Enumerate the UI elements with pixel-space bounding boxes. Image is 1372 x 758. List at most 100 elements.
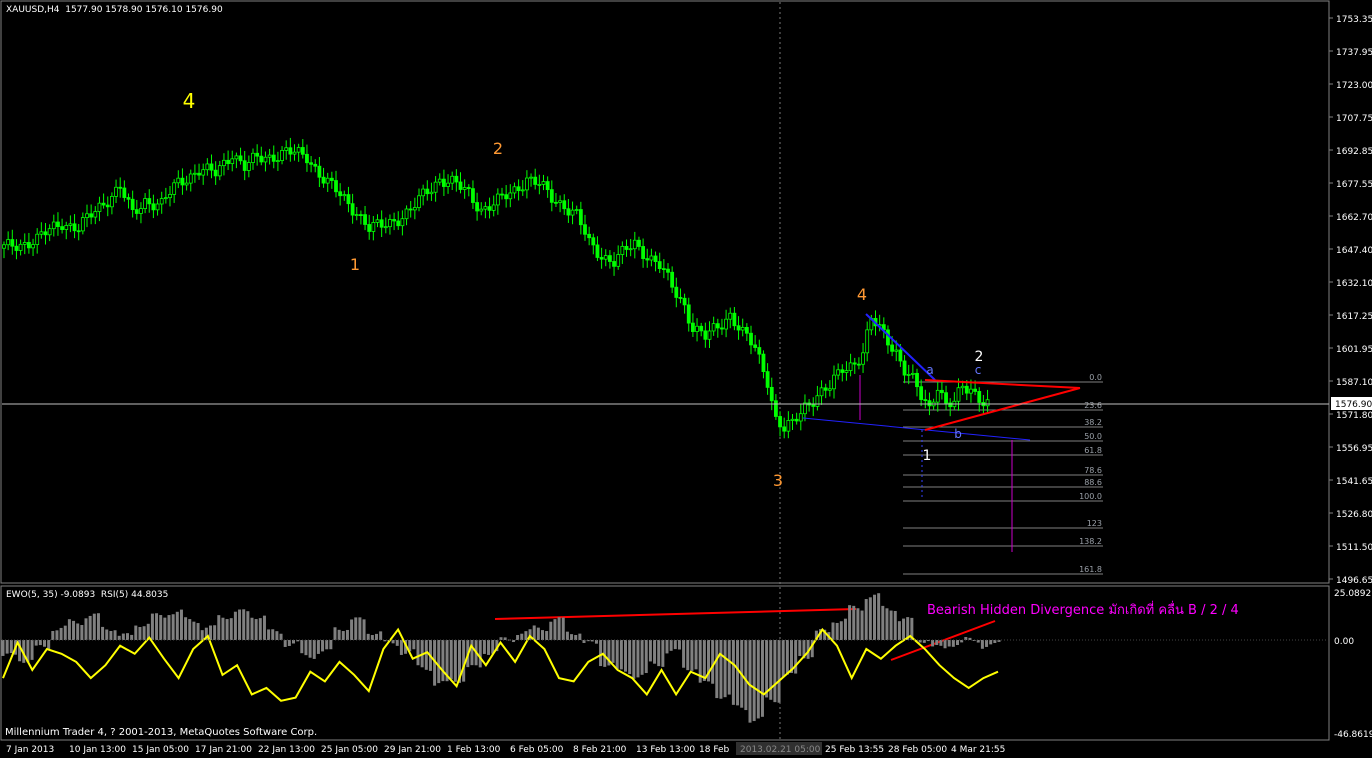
candle-body	[180, 177, 185, 186]
candle-body	[375, 219, 380, 223]
candle-body	[147, 198, 152, 205]
ewo-bar	[632, 640, 636, 679]
candle-body	[51, 221, 56, 230]
ewo-bar	[752, 640, 756, 722]
ewo-bar	[262, 615, 266, 640]
ewo-bar	[43, 640, 46, 647]
candle-body	[960, 385, 965, 389]
candle-body	[583, 224, 587, 235]
candle-body	[587, 233, 592, 239]
candle-body	[292, 151, 297, 155]
ewo-bar	[482, 640, 486, 654]
candle-body	[192, 172, 197, 175]
ewo-histogram	[1, 593, 1001, 723]
ewo-bar	[931, 640, 935, 647]
ewo-bar	[179, 609, 183, 640]
candle-body	[313, 163, 318, 167]
candle-body	[296, 147, 301, 153]
ewo-bar	[561, 617, 565, 640]
candle-body	[624, 245, 629, 250]
ewo-bar	[611, 640, 615, 663]
candle-body	[574, 209, 579, 211]
candle-body	[736, 325, 741, 331]
price-tick-label: 1677.55	[1336, 180, 1372, 190]
chart-canvas[interactable]: 0.023.638.250.061.878.688.6100.0123138.2…	[0, 0, 1372, 758]
candle-body	[342, 194, 347, 197]
ewo-bar	[947, 640, 951, 647]
candle-body	[661, 268, 666, 271]
ewo-bar	[951, 640, 955, 647]
ewo-bar	[889, 610, 893, 640]
candle-body	[902, 360, 907, 376]
ewo-bar	[225, 619, 229, 640]
candle-body	[433, 181, 438, 193]
wave-label: b	[954, 427, 962, 441]
ewo-bar	[358, 617, 362, 640]
ewo-bar	[574, 635, 578, 640]
candle-body	[815, 395, 820, 407]
candle-body	[649, 255, 654, 261]
candle-body	[363, 214, 367, 225]
ewo-bar	[316, 640, 320, 654]
ewo-bar	[395, 640, 399, 646]
ewo-bar	[188, 619, 192, 640]
candle-body	[267, 154, 272, 158]
ewo-bar	[715, 640, 719, 699]
candle-body	[857, 363, 861, 366]
ewo-bar	[337, 629, 341, 640]
candle-body	[790, 418, 795, 421]
wave-label: 2	[975, 349, 984, 365]
ewo-bar	[329, 640, 333, 650]
ewo-bar	[769, 640, 773, 700]
candle-body	[280, 150, 284, 162]
candle-body	[578, 209, 583, 226]
ewo-bar	[424, 640, 428, 670]
candle-body	[906, 374, 911, 376]
time-tick-label: 25 Jan 05:00	[321, 745, 378, 755]
indicator-tick-label: 0.00	[1334, 637, 1354, 647]
candle-body	[168, 194, 172, 199]
ewo-bar	[702, 640, 706, 681]
candle-body	[798, 413, 803, 422]
candle-body	[338, 191, 343, 197]
ewo-bar	[624, 640, 627, 672]
candle-body	[969, 388, 973, 394]
candle-body	[898, 349, 903, 362]
candle-body	[944, 392, 948, 404]
ewo-bar	[553, 619, 557, 640]
candle-body	[441, 178, 446, 187]
candle-body	[707, 330, 712, 340]
candle-body	[823, 387, 828, 391]
time-tick-label: 7 Jan 2013	[6, 745, 54, 755]
candle-body	[64, 225, 69, 230]
price-tick-label: 1737.95	[1336, 48, 1372, 58]
ewo-bar	[308, 640, 312, 658]
candle-body	[595, 244, 600, 258]
candle-body	[612, 261, 616, 267]
ewo-bar	[943, 640, 947, 649]
ewo-bar	[229, 618, 233, 640]
ewo-bar	[101, 626, 105, 640]
ewo-bar	[437, 640, 441, 684]
ewo-bar	[96, 613, 100, 640]
ewo-bar	[350, 619, 354, 640]
candle-body	[358, 214, 363, 217]
candle-body	[732, 312, 737, 327]
red-triangle-upper	[924, 379, 1081, 389]
copyright-footer: Millennium Trader 4, ? 2001-2013, MetaQu…	[5, 727, 318, 738]
ewo-bar	[673, 640, 677, 650]
candle-body	[408, 208, 413, 211]
ewo-bar	[412, 640, 416, 650]
candle-body	[500, 193, 504, 196]
candle-body	[803, 402, 807, 415]
ewo-bar	[785, 640, 789, 675]
ewo-bar	[885, 608, 889, 640]
ewo-bar	[375, 633, 378, 640]
ewo-bar	[897, 621, 901, 640]
price-tick-label: 1571.80	[1336, 411, 1372, 421]
ewo-bar	[711, 640, 715, 684]
ewo-bar	[142, 626, 146, 640]
ewo-bar	[719, 640, 723, 699]
candle-body	[259, 155, 264, 163]
ewo-bar	[856, 608, 860, 640]
